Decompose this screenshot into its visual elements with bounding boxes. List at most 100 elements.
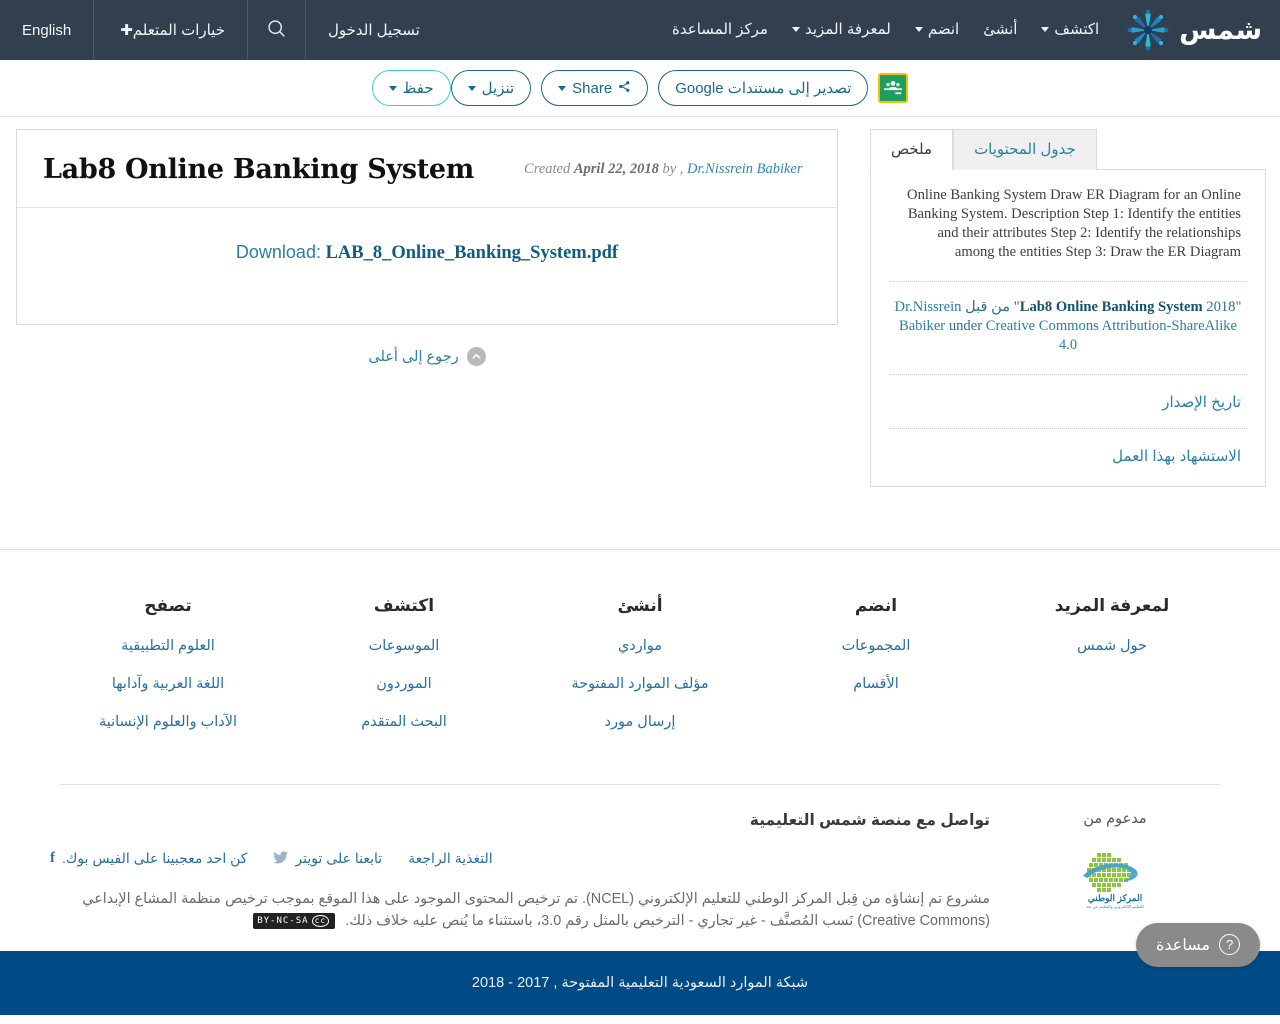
- attribution-license-link[interactable]: Creative Commons Attribution-ShareAlike …: [986, 318, 1237, 353]
- footer-link-columns: لمعرفة المزيد حول شمس انضم المجموعات الأ…: [0, 550, 1280, 772]
- tab-summary-label: ملخص: [891, 141, 933, 158]
- language-switch-button[interactable]: English: [0, 0, 93, 60]
- footer-link-arts-humanities[interactable]: الآداب والعلوم الإنسانية: [50, 714, 286, 730]
- divider: [889, 280, 1247, 282]
- export-google-docs-button[interactable]: تصدير إلى مستندات Google: [658, 70, 869, 106]
- cc-mark-label: cc: [311, 914, 330, 927]
- navbar-divider: [246, 0, 248, 60]
- page-body: Lab8 Online Banking System Created April…: [0, 117, 1280, 549]
- back-to-top-link[interactable]: رجوع إلى أعلى: [16, 347, 838, 366]
- creative-commons-badge-icon: ccBY-NC-SA: [253, 912, 336, 930]
- attribution-by-word: من قبل: [965, 298, 1011, 315]
- facebook-icon: f: [50, 850, 55, 866]
- footer-link-arabic-language[interactable]: اللغة العربية وآدابها: [50, 676, 286, 692]
- save-button[interactable]: حفظ: [371, 70, 451, 106]
- site-footer: لمعرفة المزيد حول شمس انضم المجموعات الأ…: [0, 549, 1280, 951]
- tab-summary[interactable]: ملخص: [870, 129, 954, 170]
- twitter-label: تابعنا على تويتر: [295, 850, 383, 866]
- cc-terms-label: BY-NC-SA: [257, 915, 309, 926]
- navbar-divider: [93, 0, 95, 60]
- download-line: Download: LAB_8_Online_Banking_System.pd…: [43, 242, 811, 264]
- footer-link-advanced-search[interactable]: البحث المتقدم: [286, 714, 522, 730]
- brand-logo[interactable]: شمس: [1111, 0, 1280, 60]
- footer-column-browse: تصفح العلوم التطبيقية اللغة العربية وآدا…: [50, 596, 286, 752]
- nav-item-discover-label: اكتشف: [1054, 21, 1100, 38]
- download-button[interactable]: تنزيل: [450, 70, 532, 106]
- footer-heading-browse: تصفح: [144, 596, 192, 615]
- footer-link-applied-sciences[interactable]: العلوم التطبيقية: [50, 638, 286, 654]
- nav-item-join[interactable]: انضم: [903, 0, 971, 60]
- connect-heading: تواصل مع منصة شمس التعليمية: [749, 812, 990, 829]
- share-label: Share: [572, 79, 613, 97]
- share-button[interactable]: Share: [541, 70, 649, 106]
- brand-label: شمس: [1179, 14, 1262, 45]
- download-label: تنزيل: [481, 80, 515, 97]
- cite-this-work-link[interactable]: الاستشهاد بهذا العمل: [889, 435, 1247, 476]
- nav-item-help-center[interactable]: مركز المساعدة: [660, 0, 780, 60]
- nav-item-create[interactable]: أنشئ: [971, 0, 1029, 60]
- google-classroom-icon: [882, 75, 905, 101]
- document-body: Download: LAB_8_Online_Banking_System.pd…: [17, 208, 837, 324]
- tab-table-of-contents[interactable]: جدول المحتويات: [953, 129, 1097, 170]
- help-button[interactable]: مساعدة ?: [1136, 922, 1261, 967]
- attribution-block: "2018 Lab8 Online Banking System" من قبل…: [889, 288, 1247, 368]
- version-history-link[interactable]: تاريخ الإصدار: [889, 381, 1247, 422]
- summary-description: Online Banking System Draw ER Diagram fo…: [907, 186, 1241, 261]
- document-meta: Created April 22, 2018 by , Dr.Nissrein …: [524, 161, 802, 178]
- divider: [889, 427, 1247, 429]
- attribution-year: 2018: [1206, 298, 1236, 315]
- footer-heading-learn-more: لمعرفة المزيد: [1054, 596, 1170, 615]
- help-label: مساعدة: [1156, 936, 1211, 954]
- save-label: حفظ: [402, 80, 434, 97]
- login-label: تسجيل الدخول: [327, 22, 420, 39]
- footer-link-oer-author[interactable]: مؤلف الموارد المفتوحة: [522, 676, 758, 692]
- footer-link-encyclopedias[interactable]: الموسوعات: [286, 638, 522, 654]
- summary-column: ملخص جدول المحتويات Online Banking Syste…: [870, 129, 1266, 549]
- footer-column-discover: اكتشف الموسوعات الموردون البحث المتقدم: [286, 596, 522, 752]
- footer-heading-join: انضم: [854, 596, 898, 615]
- login-button[interactable]: تسجيل الدخول: [306, 0, 442, 60]
- nav-item-learn-more[interactable]: لمعرفة المزيد: [780, 0, 903, 60]
- footer-link-providers[interactable]: الموردون: [286, 676, 522, 692]
- shams-sun-icon: [1125, 7, 1171, 53]
- learner-options-label: خيارات المتعلم: [132, 22, 225, 39]
- feedback-label: التغذية الراجعة: [408, 850, 493, 866]
- export-google-docs-label: تصدير إلى مستندات Google: [675, 80, 852, 97]
- tab-table-of-contents-label: جدول المحتويات: [974, 141, 1076, 158]
- chevron-down-icon: [914, 27, 923, 32]
- footer-link-submit-resource[interactable]: إرسال مورد: [522, 714, 758, 730]
- footer-link-about-shams[interactable]: حول شمس: [994, 638, 1230, 654]
- chevron-up-circle-icon: [466, 347, 486, 366]
- feedback-link[interactable]: التغذية الراجعة: [408, 850, 492, 867]
- top-navbar: شمس اكتشف أنشئ انضم لمعرفة المزيد مركز ا…: [0, 0, 1280, 60]
- learner-options-button[interactable]: خيارات المتعلم ✚: [94, 0, 247, 60]
- footer-link-my-resources[interactable]: مواردي: [522, 638, 758, 654]
- chevron-down-icon: [791, 27, 800, 32]
- attribution-quote-open: ": [1235, 298, 1242, 315]
- google-classroom-button[interactable]: [878, 73, 909, 103]
- footer-lower: مدعوم من المركز الوطني للتعليم الإلكترون…: [0, 785, 1280, 951]
- svg-text:المركز الوطني: المركز الوطني: [1088, 893, 1142, 904]
- license-paragraph: مشروع تم إنشاؤه من قِبل المركز الوطني لل…: [82, 891, 990, 929]
- twitter-link[interactable]: تابعنا على تويتر: [273, 850, 382, 867]
- nav-item-discover[interactable]: اكتشف: [1029, 0, 1111, 60]
- download-file-link[interactable]: LAB_8_Online_Banking_System.pdf: [326, 243, 618, 263]
- facebook-link[interactable]: f كن احد معجبينا على الفيس بوك.: [50, 850, 247, 867]
- connect-block: تواصل مع منصة شمس التعليمية f كن احد معج…: [50, 811, 1000, 933]
- share-icon: [618, 80, 631, 96]
- created-label: Created: [524, 161, 571, 177]
- page-title: Lab8 Online Banking System: [43, 154, 475, 185]
- navbar-divider: [304, 0, 306, 60]
- footer-link-departments[interactable]: الأقسام: [758, 676, 994, 692]
- social-links-row: f كن احد معجبينا على الفيس بوك. تابعنا ع…: [50, 850, 990, 867]
- search-button[interactable]: [248, 0, 305, 60]
- summary-tabs: ملخص جدول المحتويات: [870, 129, 1266, 170]
- chevron-down-icon: [467, 85, 476, 91]
- chevron-down-icon: [388, 85, 397, 91]
- action-toolbar: تصدير إلى مستندات Google Share تنزيل حفظ: [0, 60, 1280, 117]
- divider: [889, 373, 1247, 375]
- footer-link-groups[interactable]: المجموعات: [758, 638, 994, 654]
- search-icon: [266, 18, 287, 43]
- nav-item-create-label: أنشئ: [983, 21, 1018, 38]
- document-author-link[interactable]: Dr.Nissrein Babiker: [687, 161, 802, 177]
